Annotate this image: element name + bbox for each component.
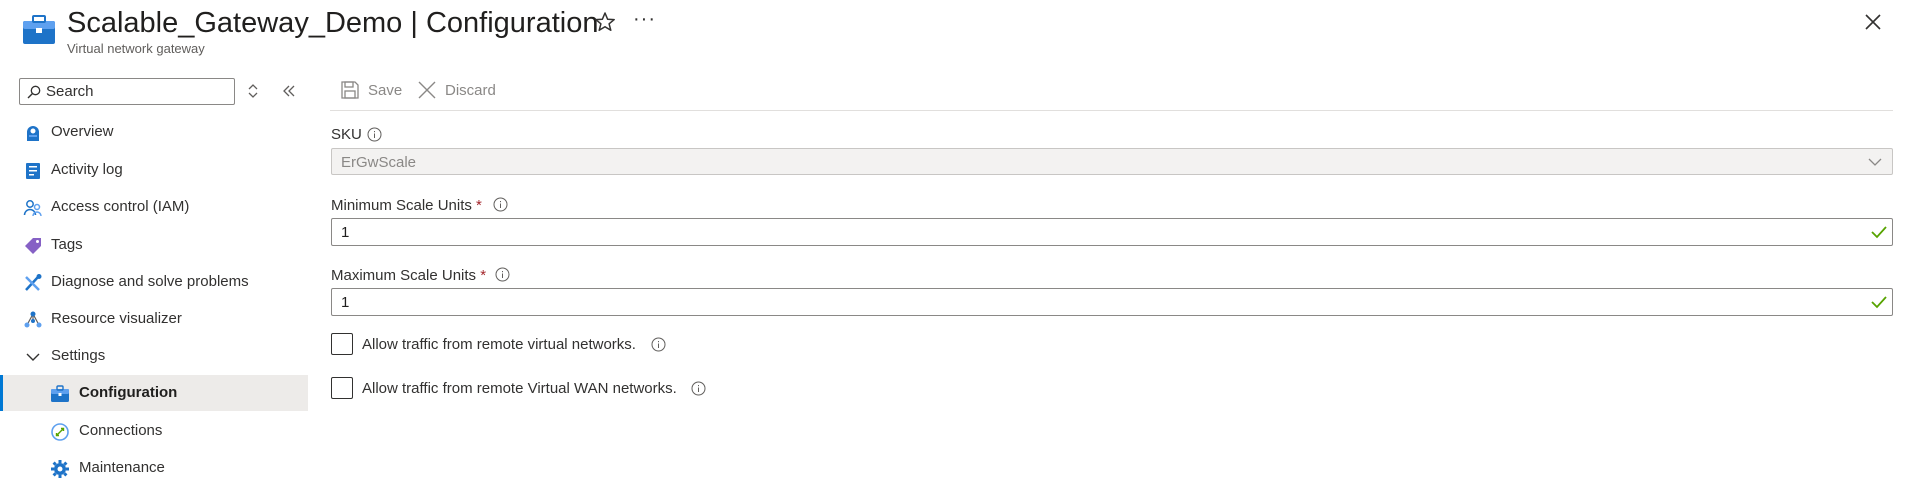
max-scale-label: Maximum Scale Units *: [331, 267, 487, 284]
sidebar-item-label: Connections: [79, 422, 163, 439]
save-label: Save: [368, 82, 403, 99]
sidebar-item-label: Resource visualizer: [51, 310, 182, 327]
close-icon[interactable]: [1862, 11, 1884, 33]
sidebar-item-label: Maintenance: [79, 459, 165, 476]
title-separator: |: [402, 7, 426, 39]
allow-remote-vwan-checkbox[interactable]: [331, 377, 353, 399]
sidebar-group-settings[interactable]: Settings: [0, 338, 308, 374]
sidebar-item-activity-log[interactable]: Activity log: [0, 152, 308, 188]
allow-remote-vnet-label: Allow traffic from remote virtual networ…: [362, 336, 636, 353]
sidebar-item-label: Configuration: [79, 384, 178, 401]
max-scale-input[interactable]: [341, 291, 1841, 313]
favorite-star-icon[interactable]: [594, 11, 616, 33]
save-button[interactable]: Save: [340, 79, 402, 101]
search-input[interactable]: [46, 80, 230, 103]
blade-header: Scalable_Gateway_Demo | Configuration Vi…: [0, 0, 1911, 62]
sidebar-item-label: Tags: [51, 236, 83, 253]
sidebar-item-access-control[interactable]: Access control (IAM): [0, 189, 308, 225]
discard-icon: [418, 81, 436, 99]
configuration-icon: [51, 385, 69, 402]
max-scale-field[interactable]: [331, 288, 1893, 316]
allow-remote-vwan-label: Allow traffic from remote Virtual WAN ne…: [362, 380, 677, 397]
resource-type: Virtual network gateway: [67, 41, 205, 56]
chevron-down-icon: [1868, 158, 1882, 166]
required-marker: *: [476, 197, 482, 214]
sidebar-item-resource-visualizer[interactable]: Resource visualizer: [0, 301, 308, 337]
diagnose-icon: [25, 274, 42, 291]
discard-button[interactable]: Discard: [417, 79, 497, 101]
sidebar-item-configuration[interactable]: Configuration: [0, 375, 308, 411]
required-marker: *: [480, 267, 487, 284]
sidebar-item-diagnose[interactable]: Diagnose and solve problems: [0, 264, 308, 300]
sidebar-item-label: Overview: [51, 123, 114, 140]
chevron-down-icon: [26, 353, 40, 361]
sidebar-item-label: Access control (IAM): [51, 198, 190, 215]
save-icon: [341, 81, 359, 99]
sidebar-item-label: Diagnose and solve problems: [51, 273, 249, 290]
info-icon[interactable]: [493, 197, 508, 212]
sku-label: SKU: [331, 126, 362, 143]
min-scale-input[interactable]: [341, 221, 1841, 243]
resource-name: Scalable_Gateway_Demo: [67, 7, 403, 39]
min-scale-field[interactable]: [331, 218, 1893, 246]
sku-value: ErGwScale: [341, 154, 417, 171]
activity-log-icon: [26, 163, 40, 179]
info-icon[interactable]: [495, 267, 510, 282]
sku-dropdown: ErGwScale: [331, 148, 1893, 175]
allow-remote-vnet-checkbox[interactable]: [331, 333, 353, 355]
maintenance-icon: [51, 460, 69, 478]
toolbar-divider: [330, 110, 1893, 111]
discard-label: Discard: [445, 82, 496, 99]
info-icon[interactable]: [691, 381, 706, 396]
resource-visualizer-icon: [24, 311, 42, 328]
virtual-network-gateway-icon: [23, 15, 55, 44]
blade-title: Configuration: [425, 7, 599, 39]
min-scale-label: Minimum Scale Units *: [331, 197, 482, 214]
search-icon: [27, 85, 41, 99]
valid-check-icon: [1871, 226, 1887, 239]
sidebar-item-maintenance[interactable]: Maintenance: [0, 450, 308, 486]
tag-icon: [25, 238, 41, 254]
sidebar-search[interactable]: [19, 78, 235, 105]
info-icon[interactable]: [651, 337, 666, 352]
sidebar-item-label: Settings: [51, 347, 106, 364]
sort-icon[interactable]: [246, 83, 260, 99]
sidebar-item-tags[interactable]: Tags: [0, 227, 308, 263]
overview-icon: [27, 126, 39, 141]
valid-check-icon: [1871, 296, 1887, 309]
iam-icon: [23, 200, 42, 217]
sidebar-item-label: Activity log: [51, 161, 123, 178]
page-title: Scalable_Gateway_Demo | Configuration: [67, 5, 598, 41]
more-actions-icon[interactable]: ···: [633, 8, 656, 31]
connections-icon: [51, 423, 69, 441]
sidebar-item-overview[interactable]: Overview: [0, 114, 308, 150]
collapse-sidebar-icon[interactable]: [281, 83, 297, 99]
sidebar-item-connections[interactable]: Connections: [0, 413, 308, 449]
info-icon[interactable]: [367, 127, 382, 142]
